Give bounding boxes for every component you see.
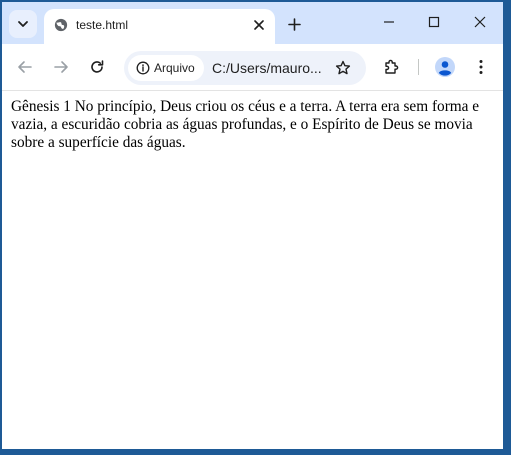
tab-active[interactable]: teste.html xyxy=(44,9,275,44)
page-paragraph: Gênesis 1 No princípio, Deus criou os cé… xyxy=(11,98,480,151)
back-arrow-icon xyxy=(18,61,32,73)
tab-search-icon xyxy=(18,21,28,27)
url-text[interactable]: C:/Users/mauro... xyxy=(212,59,322,77)
profile-button[interactable] xyxy=(431,53,459,81)
globe-icon xyxy=(54,18,68,32)
tab-close-button[interactable] xyxy=(249,15,269,35)
maximize-button[interactable] xyxy=(412,7,456,37)
extensions-button[interactable] xyxy=(378,53,406,81)
close-icon xyxy=(254,20,264,30)
forward-arrow-icon xyxy=(54,61,68,73)
back-button[interactable] xyxy=(11,53,39,81)
site-info-chip[interactable]: Arquivo xyxy=(128,55,204,81)
window-close-icon xyxy=(474,16,486,28)
extensions-icon xyxy=(385,59,399,74)
new-tab-button[interactable] xyxy=(282,12,306,36)
toolbar-separator xyxy=(418,59,419,75)
forward-button[interactable] xyxy=(47,53,75,81)
bookmark-button[interactable] xyxy=(331,56,355,80)
star-icon xyxy=(335,60,351,75)
more-vert-icon xyxy=(479,60,483,74)
toolbar: Arquivo C:/Users/mauro... xyxy=(2,44,503,91)
minimize-button[interactable] xyxy=(367,7,411,37)
info-icon xyxy=(136,61,150,75)
window-close-button[interactable] xyxy=(458,7,502,37)
page-content: Gênesis 1 No princípio, Deus criou os cé… xyxy=(2,91,503,449)
profile-icon xyxy=(435,57,455,77)
minimize-icon xyxy=(384,21,394,23)
address-bar[interactable]: Arquivo C:/Users/mauro... xyxy=(124,51,366,85)
plus-icon xyxy=(287,17,301,31)
reload-button[interactable] xyxy=(83,53,111,81)
tab-search-button[interactable] xyxy=(9,10,37,38)
browser-window: teste.html Arquivo C:/Users/mauro... Gên… xyxy=(2,2,503,449)
site-info-label: Arquivo xyxy=(154,61,195,75)
menu-button[interactable] xyxy=(467,53,495,81)
reload-icon xyxy=(91,60,104,73)
tab-title: teste.html xyxy=(76,18,129,32)
tab-strip: teste.html xyxy=(2,2,503,44)
maximize-icon xyxy=(428,16,440,28)
